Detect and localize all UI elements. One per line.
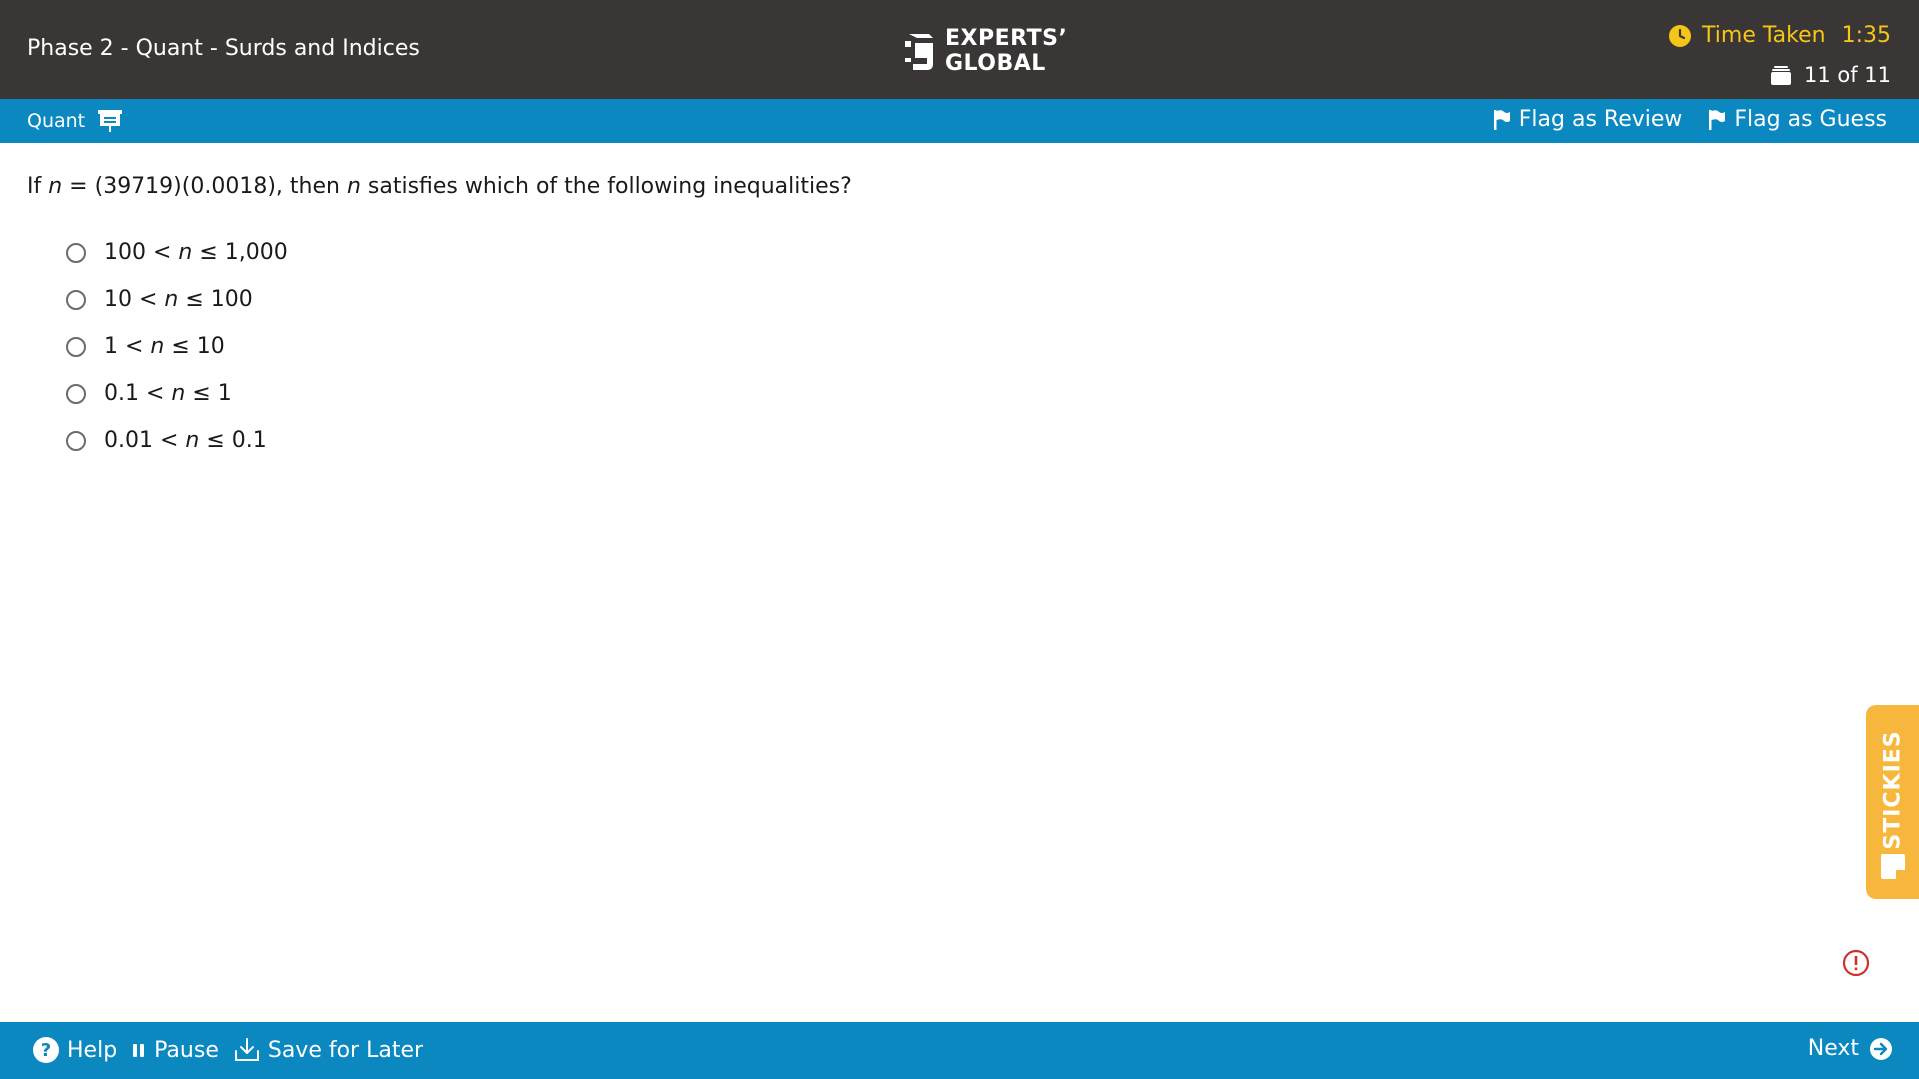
- question-counter: 11 of 11: [1770, 63, 1891, 87]
- question-variable: n: [48, 174, 63, 199]
- stack-icon: [1770, 66, 1791, 85]
- answer-option-e[interactable]: 0.01 < n ≤ 0.1: [66, 417, 288, 464]
- help-icon: ?: [33, 1037, 59, 1063]
- option-text: 0.1 < n ≤ 1: [104, 381, 232, 406]
- flag-guess-button[interactable]: Flag as Guess: [1708, 107, 1887, 132]
- radio-button[interactable]: [66, 289, 86, 310]
- option-text: 1 < n ≤ 10: [104, 334, 225, 359]
- download-icon: [234, 1038, 259, 1061]
- logo-mark-icon: [905, 34, 933, 70]
- radio-button[interactable]: [66, 383, 86, 404]
- logo: EXPERTS’ GLOBAL: [903, 26, 1067, 76]
- question-prefix: If: [27, 174, 49, 199]
- question-variable: n: [346, 174, 361, 199]
- section-name-label: Quant: [27, 110, 86, 132]
- stickies-tab[interactable]: STICKIES: [1866, 705, 1919, 899]
- question-text: If n = (39719)(0.0018), then n satisfies…: [27, 174, 852, 199]
- pause-icon: [133, 1044, 145, 1057]
- save-for-later-label: Save for Later: [267, 1037, 424, 1063]
- answer-option-a[interactable]: 100 < n ≤ 1,000: [66, 229, 288, 276]
- whiteboard-icon[interactable]: [97, 109, 123, 133]
- question-suffix: satisfies which of the following inequal…: [360, 174, 852, 199]
- logo-line-1: EXPERTS’: [945, 26, 1068, 51]
- flag-review-button[interactable]: Flag as Review: [1493, 107, 1683, 132]
- timer-label: Time Taken: [1702, 23, 1826, 48]
- logo-line-2: GLOBAL: [945, 51, 1046, 76]
- bottom-bar: ? Help Pause Save for Later Next: [0, 1022, 1919, 1079]
- next-button[interactable]: Next: [1808, 1036, 1893, 1061]
- option-text: 100 < n ≤ 1,000: [104, 240, 288, 265]
- next-arrow-icon: [1870, 1037, 1892, 1060]
- option-text: 10 < n ≤ 100: [104, 287, 253, 312]
- answer-option-d[interactable]: 0.1 < n ≤ 1: [66, 370, 288, 417]
- flag-review-label: Flag as Review: [1518, 107, 1683, 132]
- radio-button[interactable]: [66, 242, 86, 263]
- save-for-later-button[interactable]: Save for Later: [233, 1037, 423, 1063]
- sticky-note-icon: [1881, 854, 1905, 879]
- pause-label: Pause: [154, 1037, 219, 1063]
- question-middle: = (39719)(0.0018), then: [62, 174, 347, 199]
- alert-icon[interactable]: [1842, 949, 1870, 977]
- flag-guess-label: Flag as Guess: [1734, 107, 1887, 132]
- svg-text:?: ?: [41, 1040, 51, 1061]
- timer-value: 1:35: [1841, 23, 1891, 48]
- flag-controls: Flag as Review Flag as Guess: [1493, 107, 1887, 132]
- top-header: Phase 2 - Quant - Surds and Indices EXPE…: [0, 0, 1919, 99]
- answer-options: 100 < n ≤ 1,000 10 < n ≤ 100 1 < n ≤ 10 …: [66, 229, 288, 464]
- question-counter-text: 11 of 11: [1803, 63, 1891, 87]
- timer: Time Taken 1:35: [1668, 23, 1891, 48]
- next-label: Next: [1807, 1036, 1859, 1061]
- answer-option-b[interactable]: 10 < n ≤ 100: [66, 276, 288, 323]
- test-title: Phase 2 - Quant - Surds and Indices: [27, 36, 420, 61]
- answer-option-c[interactable]: 1 < n ≤ 10: [66, 323, 288, 370]
- flag-icon: [1709, 109, 1726, 130]
- bottom-controls: ? Help Pause Save for Later: [32, 1036, 423, 1064]
- help-button[interactable]: ? Help: [32, 1036, 117, 1064]
- section-name: Quant: [27, 109, 123, 133]
- clock-icon: [1669, 24, 1692, 47]
- flag-icon: [1493, 109, 1510, 130]
- help-label: Help: [67, 1037, 118, 1063]
- option-text: 0.01 < n ≤ 0.1: [104, 428, 267, 453]
- radio-button[interactable]: [66, 430, 86, 451]
- section-bar: Quant Flag as Review Flag as Guess: [0, 99, 1919, 143]
- stickies-label: STICKIES: [1880, 730, 1905, 850]
- pause-button[interactable]: Pause: [131, 1038, 219, 1063]
- radio-button[interactable]: [66, 336, 86, 357]
